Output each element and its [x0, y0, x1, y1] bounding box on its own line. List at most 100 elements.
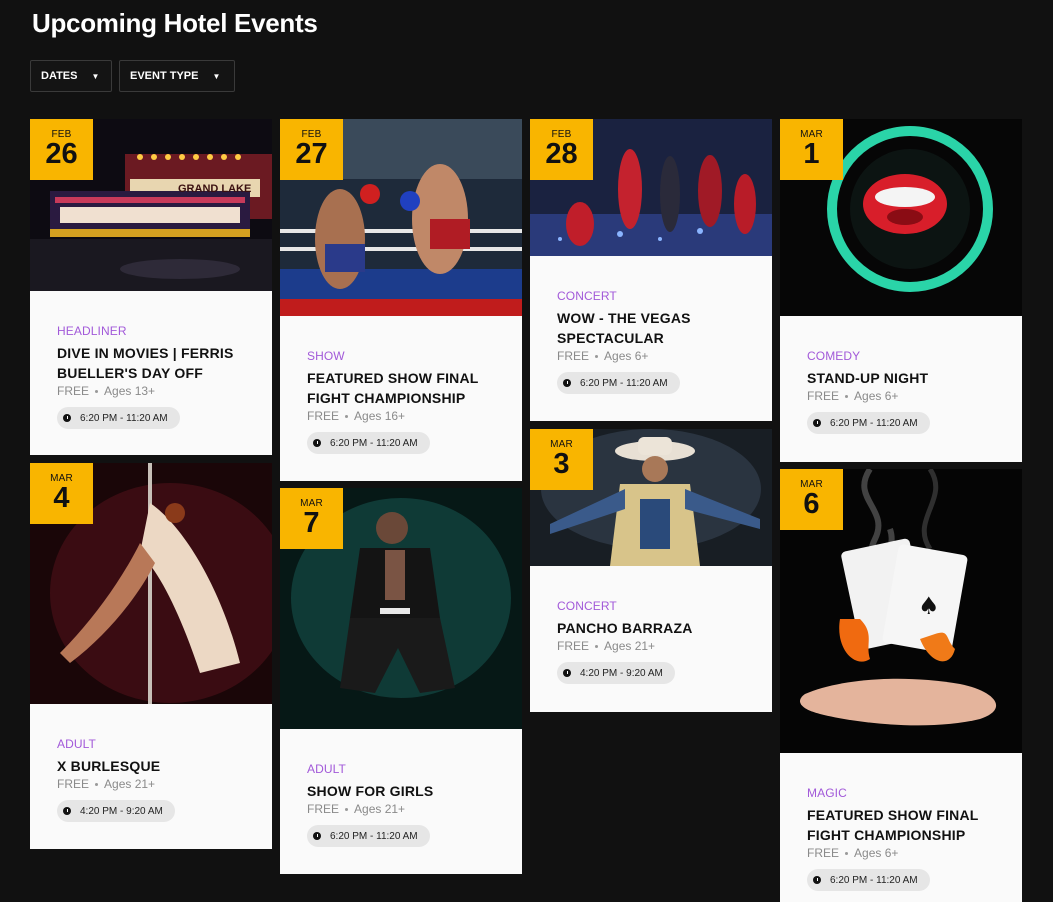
event-card[interactable]: ♠ MAR 6 MAGIC FEATURED SHOW FINAL FIGHT …	[780, 469, 1022, 902]
event-price: FREE	[57, 777, 90, 791]
date-day: 6	[803, 488, 820, 520]
event-card[interactable]: FEB 28 CONCERT WOW - THE VEGAS SPECTACUL…	[530, 119, 772, 421]
date-day: 26	[45, 138, 78, 170]
event-category: ADULT	[307, 762, 346, 776]
event-meta: FREE Ages 6+	[557, 349, 745, 363]
event-card[interactable]: MAR 1 COMEDY STAND-UP NIGHT FREE Ages 6+ …	[780, 119, 1022, 462]
svg-text:♠: ♠	[918, 592, 940, 620]
event-meta: FREE Ages 6+	[807, 389, 995, 403]
event-title[interactable]: PANCHO BARRAZA	[557, 618, 745, 638]
event-category: MAGIC	[807, 786, 847, 800]
event-title-line: FEATURED SHOW FINAL	[307, 370, 479, 386]
event-time-pill: 4:20 PM - 9:20 AM	[57, 800, 175, 822]
event-price: FREE	[807, 846, 840, 860]
event-meta: FREE Ages 6+	[807, 846, 995, 860]
event-time: 6:20 PM - 11:20 AM	[830, 417, 918, 429]
event-ages: Ages 21+	[354, 802, 406, 816]
card-body: SHOW FEATURED SHOW FINAL FIGHT CHAMPIONS…	[280, 349, 522, 454]
card-body: ADULT X BURLESQUE FREE Ages 21+ 4:20 PM -…	[30, 737, 272, 822]
event-title[interactable]: STAND-UP NIGHT	[807, 368, 995, 388]
card-body: MAGIC FEATURED SHOW FINAL FIGHT CHAMPION…	[780, 786, 1022, 891]
separator-dot	[595, 645, 599, 649]
event-time: 6:20 PM - 11:20 AM	[330, 830, 418, 842]
event-meta: FREE Ages 21+	[557, 639, 745, 653]
dates-filter-label: DATES	[41, 70, 78, 82]
clock-icon	[313, 439, 321, 447]
event-time-pill: 4:20 PM - 9:20 AM	[557, 662, 675, 684]
clock-icon	[813, 419, 821, 427]
event-price: FREE	[307, 409, 340, 423]
event-price: FREE	[557, 639, 590, 653]
event-time-pill: 6:20 PM - 11:20 AM	[307, 432, 430, 454]
date-day: 28	[545, 138, 578, 170]
dates-filter-dropdown[interactable]: DATES ▼	[30, 60, 112, 92]
event-time-pill: 6:20 PM - 11:20 AM	[57, 407, 180, 429]
clock-icon	[63, 414, 71, 422]
event-title[interactable]: X BURLESQUE	[57, 756, 245, 776]
event-ages: Ages 16+	[354, 409, 406, 423]
event-title[interactable]: DIVE IN MOVIES | FERRIS BUELLER'S DAY OF…	[57, 343, 245, 383]
event-time-pill: 6:20 PM - 11:20 AM	[307, 825, 430, 847]
event-meta: FREE Ages 21+	[307, 802, 495, 816]
event-category: CONCERT	[557, 599, 617, 613]
event-time: 6:20 PM - 11:20 AM	[330, 437, 418, 449]
event-card[interactable]: MAR 4 ADULT X BURLESQUE FREE Ages 21+ 4:2…	[30, 463, 272, 849]
clock-icon	[813, 876, 821, 884]
event-title-line: SPECTACULAR	[557, 330, 664, 346]
date-badge: FEB 26	[30, 119, 93, 180]
event-ages: Ages 21+	[604, 639, 656, 653]
date-badge: FEB 28	[530, 119, 593, 180]
event-card[interactable]: MAR 3 CONCERT PANCHO BARRAZA FREE Ages 21…	[530, 429, 772, 712]
clock-icon	[63, 807, 71, 815]
card-body: CONCERT PANCHO BARRAZA FREE Ages 21+ 4:20…	[530, 599, 772, 684]
event-time: 6:20 PM - 11:20 AM	[830, 874, 918, 886]
event-category: ADULT	[57, 737, 96, 751]
separator-dot	[595, 355, 599, 359]
event-ages: Ages 21+	[104, 777, 156, 791]
clock-icon	[563, 379, 571, 387]
event-category: SHOW	[307, 349, 345, 363]
event-card[interactable]: GRAND LAKE FEB 26 HEADLINER DIVE IN MOVI…	[30, 119, 272, 455]
separator-dot	[845, 395, 849, 399]
date-day: 4	[53, 482, 70, 514]
event-ages: Ages 6+	[604, 349, 649, 363]
event-title-line: STAND-UP NIGHT	[807, 370, 929, 386]
date-badge: MAR 7	[280, 488, 343, 549]
event-time-pill: 6:20 PM - 11:20 AM	[807, 869, 930, 891]
event-title-line: PANCHO BARRAZA	[557, 620, 693, 636]
event-ages: Ages 6+	[854, 846, 899, 860]
caret-down-icon: ▼	[91, 71, 100, 81]
event-price: FREE	[807, 389, 840, 403]
event-time-pill: 6:20 PM - 11:20 AM	[557, 372, 680, 394]
event-time-pill: 6:20 PM - 11:20 AM	[807, 412, 930, 434]
event-type-filter-label: EVENT TYPE	[130, 70, 199, 82]
caret-down-icon: ▼	[212, 71, 221, 81]
event-title[interactable]: SHOW FOR GIRLS	[307, 781, 495, 801]
event-title-line: FIGHT CHAMPIONSHIP	[807, 827, 966, 843]
event-card[interactable]: FEB 27 SHOW FEATURED SHOW FINAL FIGHT CH…	[280, 119, 522, 481]
event-ages: Ages 6+	[854, 389, 899, 403]
date-badge: MAR 1	[780, 119, 843, 180]
event-title[interactable]: FEATURED SHOW FINAL FIGHT CHAMPIONSHIP	[807, 805, 995, 845]
event-type-filter-dropdown[interactable]: EVENT TYPE ▼	[119, 60, 235, 92]
separator-dot	[345, 415, 349, 419]
clock-icon	[313, 832, 321, 840]
event-time: 4:20 PM - 9:20 AM	[580, 667, 663, 679]
event-title-line: SHOW FOR GIRLS	[307, 783, 434, 799]
date-day: 3	[553, 448, 570, 480]
event-time: 6:20 PM - 11:20 AM	[580, 377, 668, 389]
event-meta: FREE Ages 16+	[307, 409, 495, 423]
clock-icon	[563, 669, 571, 677]
event-title-line: DIVE IN MOVIES | FERRIS	[57, 345, 234, 361]
card-body: COMEDY STAND-UP NIGHT FREE Ages 6+ 6:20 P…	[780, 349, 1022, 434]
event-category: COMEDY	[807, 349, 861, 363]
event-title[interactable]: WOW - THE VEGAS SPECTACULAR	[557, 308, 745, 348]
separator-dot	[95, 390, 99, 394]
event-card[interactable]: MAR 7 ADULT SHOW FOR GIRLS FREE Ages 21+ …	[280, 488, 522, 874]
page-title: Upcoming Hotel Events	[32, 8, 318, 38]
event-time: 6:20 PM - 11:20 AM	[80, 412, 168, 424]
event-price: FREE	[307, 802, 340, 816]
event-title[interactable]: FEATURED SHOW FINAL FIGHT CHAMPIONSHIP	[307, 368, 495, 408]
card-body: ADULT SHOW FOR GIRLS FREE Ages 21+ 6:20 P…	[280, 762, 522, 847]
event-title-line: BUELLER'S DAY OFF	[57, 365, 203, 381]
